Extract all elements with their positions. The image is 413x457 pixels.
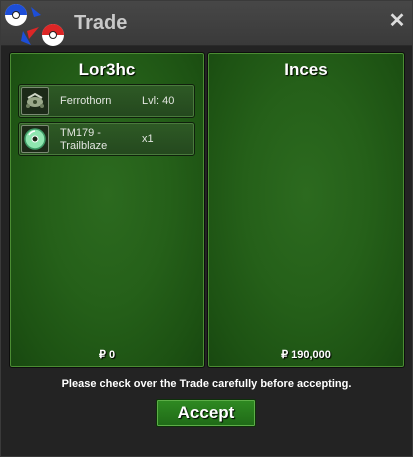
item-name: TM179 - Trailblaze — [60, 127, 108, 152]
close-icon[interactable]: ✕ — [388, 11, 406, 31]
window-title: Trade — [74, 12, 128, 34]
item-quantity: x1 — [142, 133, 154, 145]
player-name: Lor3hc — [78, 60, 136, 79]
title-bar[interactable]: Trade ✕ — [1, 1, 412, 46]
disc-icon — [21, 125, 49, 153]
trade-window: Trade ✕ Lor3hc Ferrothorn Lvl: 40 TM179 … — [0, 0, 413, 457]
accept-button[interactable]: Accept — [156, 399, 256, 427]
trade-notice: Please check over the Trade carefully be… — [61, 378, 352, 390]
offered-money: ₽ 0 — [98, 349, 116, 361]
trade-item-tm179[interactable]: TM179 - Trailblaze x1 — [18, 122, 195, 156]
my-offer-panel: Lor3hc Ferrothorn Lvl: 40 TM179 - Trailb… — [9, 52, 205, 368]
partner-name: Inces — [284, 60, 328, 79]
app-logo-icon — [5, 4, 64, 46]
item-name: Ferrothorn — [60, 95, 112, 107]
partner-money: ₽ 190,000 — [281, 349, 331, 361]
partner-offer-panel: Inces ₽ 190,000 — [207, 52, 405, 368]
trade-item-ferrothorn[interactable]: Ferrothorn Lvl: 40 — [18, 84, 195, 118]
pokemon-icon — [21, 87, 49, 115]
item-level: Lvl: 40 — [142, 95, 175, 107]
